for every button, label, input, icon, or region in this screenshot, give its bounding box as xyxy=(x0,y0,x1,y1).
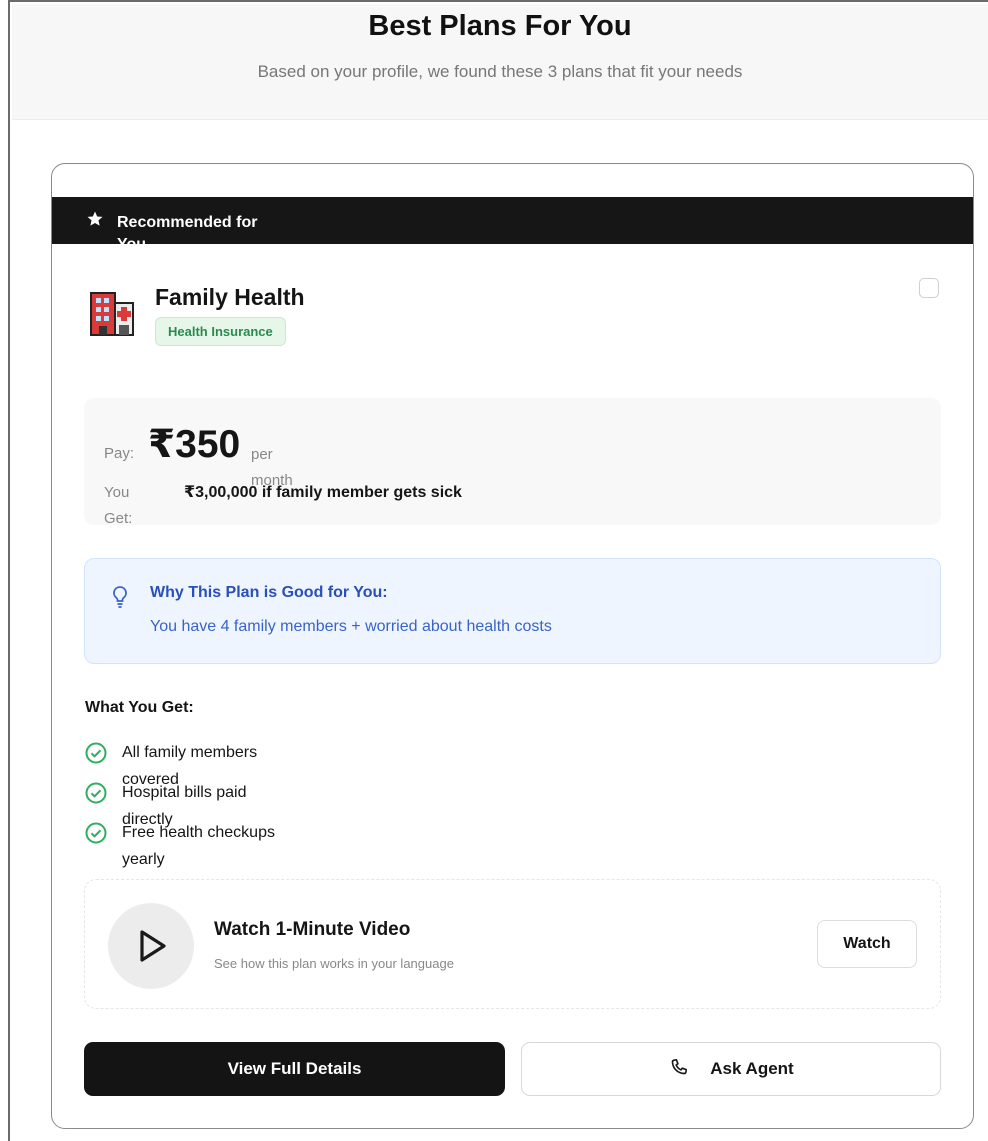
page-subtitle: Based on your profile, we found these 3 … xyxy=(257,62,743,81)
benefit-item: Free health checkups yearly xyxy=(85,819,345,868)
plan-category-badge: Health Insurance xyxy=(155,317,286,346)
view-full-details-button[interactable]: View Full Details xyxy=(84,1042,505,1096)
video-title: Watch 1-Minute Video xyxy=(214,919,411,940)
pay-amount: ₹350 xyxy=(148,423,241,466)
page-header: Best Plans For You Based on your profile… xyxy=(12,4,988,120)
benefit-item: All family members covered xyxy=(85,739,345,788)
why-title: Why This Plan is Good for You: xyxy=(150,584,388,601)
pricing-box: Pay: ₹350 per month You Get: ₹3,00,000 i… xyxy=(84,398,941,527)
phone-icon xyxy=(671,1058,688,1074)
lightbulb-icon xyxy=(113,586,127,608)
app-frame: Best Plans For You Based on your profile… xyxy=(8,0,988,1141)
pay-label: Pay: xyxy=(104,445,135,462)
compare-checkbox[interactable] xyxy=(919,278,939,298)
check-circle-icon xyxy=(85,782,107,804)
coverage-label: You Get: xyxy=(104,484,133,527)
benefit-item: Hospital bills paid directly xyxy=(85,779,345,828)
ask-agent-button[interactable]: Ask Agent xyxy=(521,1042,941,1096)
coverage-value: ₹3,00,000 if family member gets sick xyxy=(184,484,462,501)
star-icon xyxy=(87,211,103,226)
benefit-text: Free health checkups yearly xyxy=(122,824,275,868)
plan-card[interactable]: Recommended for You Family Health Health… xyxy=(51,163,974,1129)
hospital-icon xyxy=(90,292,134,336)
plan-title: Family Health xyxy=(155,284,305,310)
play-video-button[interactable] xyxy=(108,903,194,989)
why-text: You have 4 family members + worried abou… xyxy=(150,618,552,635)
check-circle-icon xyxy=(85,742,107,764)
why-plan-box: Why This Plan is Good for You: You have … xyxy=(84,558,941,664)
play-icon xyxy=(140,930,166,962)
watch-button[interactable]: Watch xyxy=(817,920,917,968)
recommended-label: Recommended for You xyxy=(117,214,258,244)
video-panel: Watch 1-Minute Video See how this plan w… xyxy=(84,879,941,1009)
check-circle-icon xyxy=(85,822,107,844)
video-subtitle: See how this plan works in your language xyxy=(214,956,454,971)
benefits-title: What You Get: xyxy=(85,699,194,716)
ask-agent-label: Ask Agent xyxy=(710,1059,794,1078)
page-title: Best Plans For You xyxy=(368,10,632,42)
recommended-banner: Recommended for You xyxy=(52,197,973,244)
